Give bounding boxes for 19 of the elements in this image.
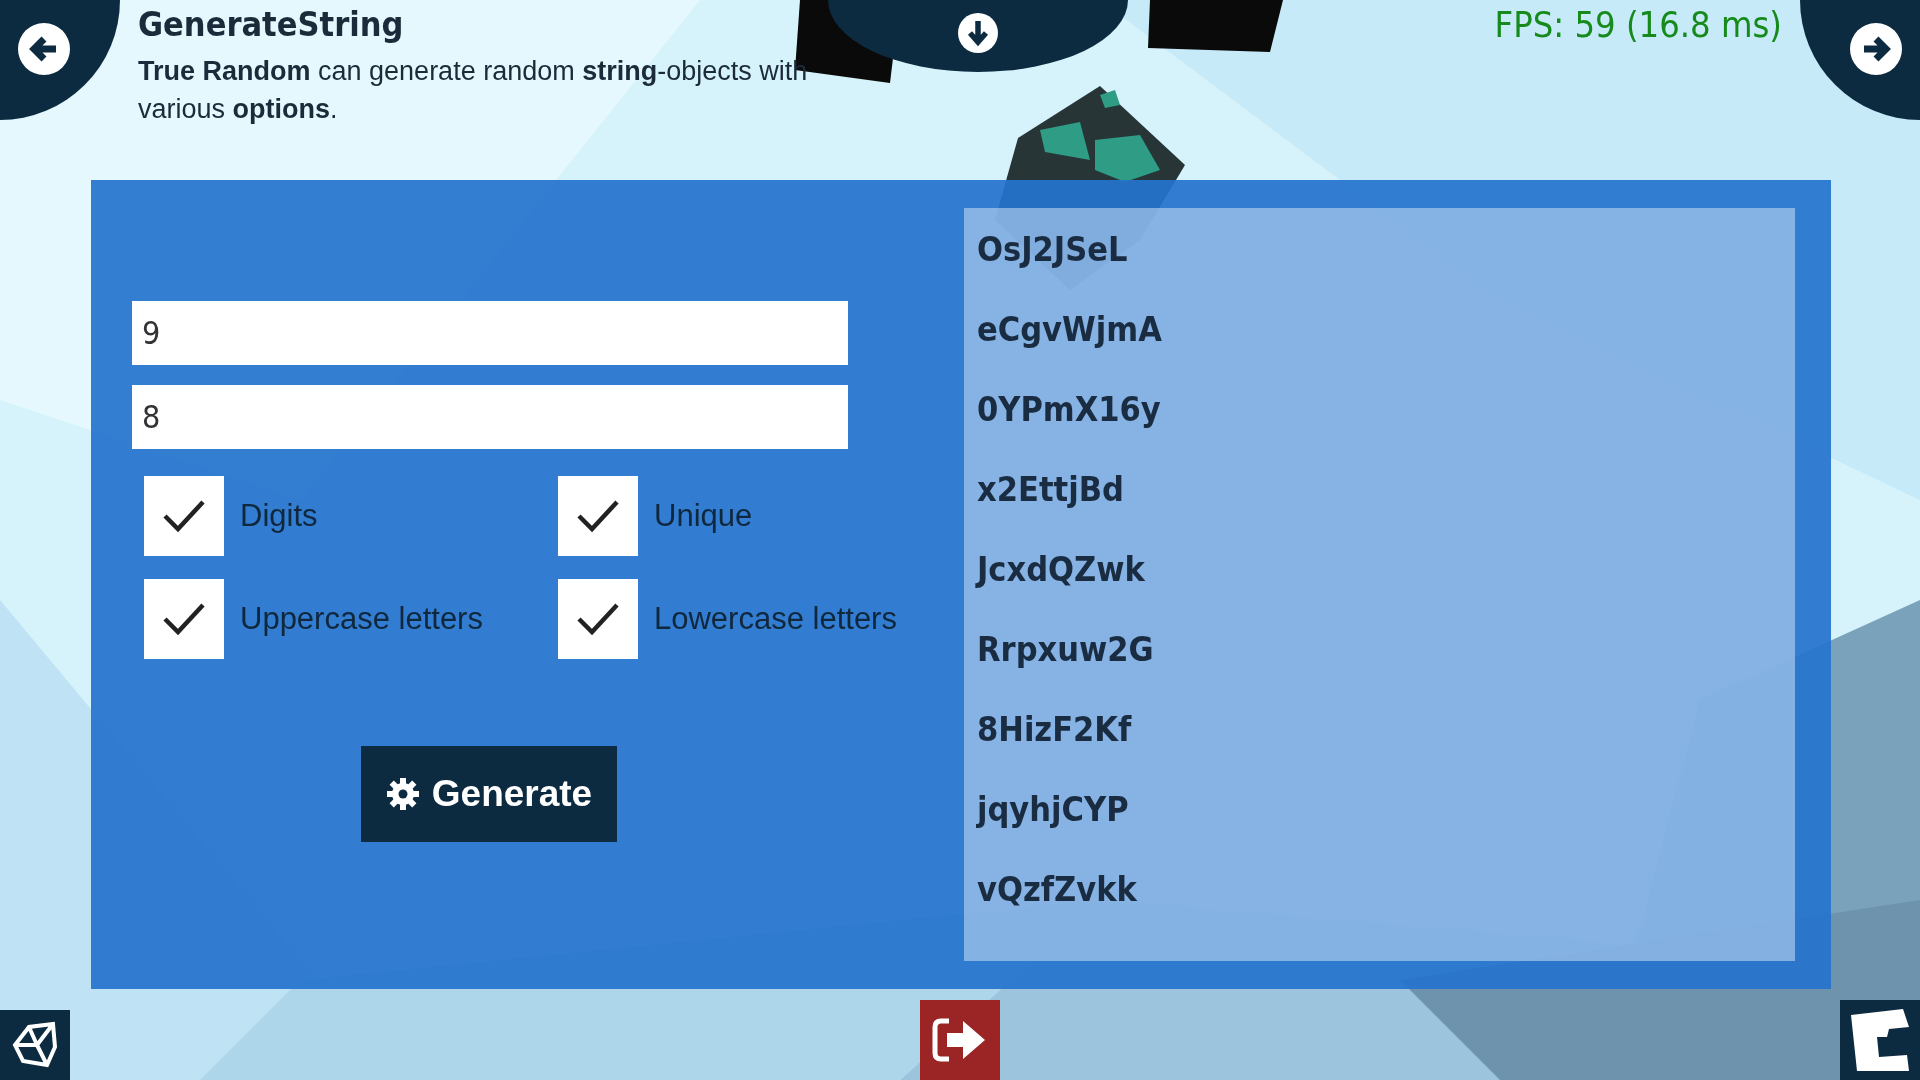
result-string: x2EttjBd: [977, 468, 1124, 511]
generate-button[interactable]: Generate: [361, 746, 617, 842]
checkbox-label: Digits: [240, 498, 318, 534]
result-string: OsJ2JSeL: [977, 228, 1128, 271]
input-field[interactable]: 9: [132, 301, 848, 365]
description-text: True Random can generate random string-objects with various options.: [138, 55, 809, 126]
result-string: Rrpxuw2G: [977, 628, 1154, 671]
input-field[interactable]: 8: [132, 385, 848, 449]
result-string: 0YPmX16y: [977, 388, 1161, 431]
checkbox-label: Lowercase letters: [654, 601, 897, 637]
result-string: vQzfZvkk: [977, 868, 1137, 911]
result-string: eCgvWjmA: [977, 308, 1162, 351]
checkbox-label: Uppercase letters: [240, 601, 483, 637]
result-string: JcxdQZwk: [977, 548, 1145, 591]
result-string: 8HizF2Kf: [977, 708, 1132, 751]
result-string: jqyhjCYP: [977, 788, 1129, 831]
fps-counter: FPS: 59 (16.8 ms): [1494, 4, 1782, 45]
checkbox-label: Unique: [654, 498, 753, 534]
page-title: GenerateString: [138, 4, 405, 44]
